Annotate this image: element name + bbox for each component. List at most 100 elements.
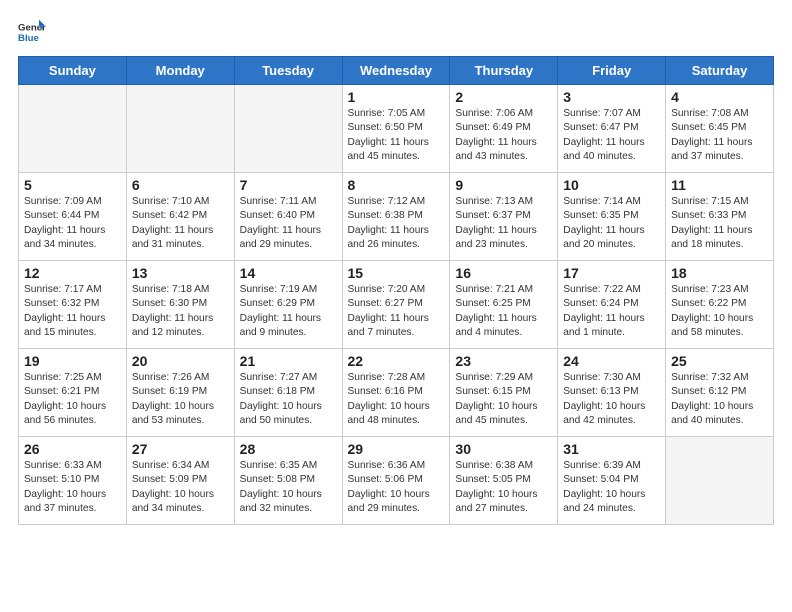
day-info: Sunrise: 7:11 AM Sunset: 6:40 PM Dayligh…: [240, 195, 337, 252]
calendar-cell: 5 Sunrise: 7:09 AM Sunset: 6:44 PM Daylig…: [19, 173, 127, 261]
day-number: 10: [563, 177, 660, 193]
day-number: 21: [240, 353, 337, 369]
day-info: Sunrise: 7:07 AM Sunset: 6:47 PM Dayligh…: [563, 107, 660, 164]
day-info: Sunrise: 6:36 AM Sunset: 5:06 PM Dayligh…: [348, 459, 445, 516]
calendar-cell: 20 Sunrise: 7:26 AM Sunset: 6:19 PM Dayli…: [126, 349, 234, 437]
day-number: 15: [348, 265, 445, 281]
calendar-cell: 21Sunrise: 7:27 AM Sunset: 6:18 PM Dayli…: [234, 349, 342, 437]
calendar-cell: 25Sunrise: 7:32 AM Sunset: 6:12 PM Dayli…: [666, 349, 774, 437]
day-info: Sunrise: 7:32 AM Sunset: 6:12 PM Dayligh…: [671, 371, 768, 428]
calendar-cell: 6 Sunrise: 7:10 AM Sunset: 6:42 PM Daylig…: [126, 173, 234, 261]
day-number: 30: [455, 441, 552, 457]
day-number: 24: [563, 353, 660, 369]
calendar-cell: [234, 85, 342, 173]
day-header-sunday: Sunday: [19, 57, 127, 85]
calendar-cell: 2 Sunrise: 7:06 AM Sunset: 6:49 PM Daylig…: [450, 85, 558, 173]
calendar-cell: 15 Sunrise: 7:20 AM Sunset: 6:27 PM Dayli…: [342, 261, 450, 349]
calendar-cell: [19, 85, 127, 173]
day-number: 2: [455, 89, 552, 105]
day-header-saturday: Saturday: [666, 57, 774, 85]
day-info: Sunrise: 7:26 AM Sunset: 6:19 PM Dayligh…: [132, 371, 229, 428]
day-info: Sunrise: 7:06 AM Sunset: 6:49 PM Dayligh…: [455, 107, 552, 164]
day-info: Sunrise: 6:34 AM Sunset: 5:09 PM Dayligh…: [132, 459, 229, 516]
day-number: 16: [455, 265, 552, 281]
calendar-cell: 14 Sunrise: 7:19 AM Sunset: 6:29 PM Dayli…: [234, 261, 342, 349]
day-number: 9: [455, 177, 552, 193]
calendar-cell: 19 Sunrise: 7:25 AM Sunset: 6:21 PM Dayli…: [19, 349, 127, 437]
logo-icon: General Blue: [18, 18, 46, 46]
calendar-cell: 17 Sunrise: 7:22 AM Sunset: 6:24 PM Dayli…: [558, 261, 666, 349]
calendar-cell: 29 Sunrise: 6:36 AM Sunset: 5:06 PM Dayli…: [342, 437, 450, 525]
calendar-cell: 27 Sunrise: 6:34 AM Sunset: 5:09 PM Dayli…: [126, 437, 234, 525]
calendar-cell: 12Sunrise: 7:17 AM Sunset: 6:32 PM Dayli…: [19, 261, 127, 349]
day-number: 20: [132, 353, 229, 369]
week-row-3: 12Sunrise: 7:17 AM Sunset: 6:32 PM Dayli…: [19, 261, 774, 349]
week-row-5: 26 Sunrise: 6:33 AM Sunset: 5:10 PM Dayli…: [19, 437, 774, 525]
day-header-thursday: Thursday: [450, 57, 558, 85]
days-header-row: SundayMondayTuesdayWednesdayThursdayFrid…: [19, 57, 774, 85]
day-info: Sunrise: 7:30 AM Sunset: 6:13 PM Dayligh…: [563, 371, 660, 428]
day-number: 4: [671, 89, 768, 105]
day-number: 22: [348, 353, 445, 369]
calendar-cell: 26 Sunrise: 6:33 AM Sunset: 5:10 PM Dayli…: [19, 437, 127, 525]
day-info: Sunrise: 7:18 AM Sunset: 6:30 PM Dayligh…: [132, 283, 229, 340]
day-header-monday: Monday: [126, 57, 234, 85]
day-info: Sunrise: 7:13 AM Sunset: 6:37 PM Dayligh…: [455, 195, 552, 252]
day-info: Sunrise: 7:10 AM Sunset: 6:42 PM Dayligh…: [132, 195, 229, 252]
calendar-cell: 31Sunrise: 6:39 AM Sunset: 5:04 PM Dayli…: [558, 437, 666, 525]
calendar-cell: 23Sunrise: 7:29 AM Sunset: 6:15 PM Dayli…: [450, 349, 558, 437]
day-number: 1: [348, 89, 445, 105]
day-number: 17: [563, 265, 660, 281]
day-header-friday: Friday: [558, 57, 666, 85]
day-info: Sunrise: 7:09 AM Sunset: 6:44 PM Dayligh…: [24, 195, 121, 252]
calendar: SundayMondayTuesdayWednesdayThursdayFrid…: [18, 56, 774, 525]
day-number: 23: [455, 353, 552, 369]
day-number: 8: [348, 177, 445, 193]
day-info: Sunrise: 7:19 AM Sunset: 6:29 PM Dayligh…: [240, 283, 337, 340]
calendar-cell: 8 Sunrise: 7:12 AM Sunset: 6:38 PM Daylig…: [342, 173, 450, 261]
svg-text:Blue: Blue: [18, 33, 39, 44]
day-info: Sunrise: 6:33 AM Sunset: 5:10 PM Dayligh…: [24, 459, 121, 516]
calendar-cell: 24 Sunrise: 7:30 AM Sunset: 6:13 PM Dayli…: [558, 349, 666, 437]
calendar-cell: 1 Sunrise: 7:05 AM Sunset: 6:50 PM Daylig…: [342, 85, 450, 173]
day-number: 31: [563, 441, 660, 457]
calendar-cell: 13Sunrise: 7:18 AM Sunset: 6:30 PM Dayli…: [126, 261, 234, 349]
day-number: 29: [348, 441, 445, 457]
day-number: 5: [24, 177, 121, 193]
calendar-cell: 11Sunrise: 7:15 AM Sunset: 6:33 PM Dayli…: [666, 173, 774, 261]
calendar-cell: 3 Sunrise: 7:07 AM Sunset: 6:47 PM Daylig…: [558, 85, 666, 173]
day-info: Sunrise: 7:20 AM Sunset: 6:27 PM Dayligh…: [348, 283, 445, 340]
day-info: Sunrise: 6:38 AM Sunset: 5:05 PM Dayligh…: [455, 459, 552, 516]
day-info: Sunrise: 7:22 AM Sunset: 6:24 PM Dayligh…: [563, 283, 660, 340]
day-number: 28: [240, 441, 337, 457]
calendar-cell: 7 Sunrise: 7:11 AM Sunset: 6:40 PM Daylig…: [234, 173, 342, 261]
week-row-2: 5 Sunrise: 7:09 AM Sunset: 6:44 PM Daylig…: [19, 173, 774, 261]
logo: General Blue: [18, 18, 50, 46]
day-info: Sunrise: 7:25 AM Sunset: 6:21 PM Dayligh…: [24, 371, 121, 428]
day-info: Sunrise: 7:08 AM Sunset: 6:45 PM Dayligh…: [671, 107, 768, 164]
day-info: Sunrise: 7:21 AM Sunset: 6:25 PM Dayligh…: [455, 283, 552, 340]
calendar-cell: 10 Sunrise: 7:14 AM Sunset: 6:35 PM Dayli…: [558, 173, 666, 261]
calendar-cell: [126, 85, 234, 173]
day-number: 18: [671, 265, 768, 281]
day-number: 6: [132, 177, 229, 193]
day-info: Sunrise: 7:05 AM Sunset: 6:50 PM Dayligh…: [348, 107, 445, 164]
calendar-cell: 30 Sunrise: 6:38 AM Sunset: 5:05 PM Dayli…: [450, 437, 558, 525]
day-number: 14: [240, 265, 337, 281]
week-row-4: 19 Sunrise: 7:25 AM Sunset: 6:21 PM Dayli…: [19, 349, 774, 437]
calendar-cell: 4 Sunrise: 7:08 AM Sunset: 6:45 PM Daylig…: [666, 85, 774, 173]
calendar-cell: 16 Sunrise: 7:21 AM Sunset: 6:25 PM Dayli…: [450, 261, 558, 349]
day-number: 3: [563, 89, 660, 105]
calendar-cell: [666, 437, 774, 525]
day-number: 7: [240, 177, 337, 193]
day-number: 27: [132, 441, 229, 457]
day-info: Sunrise: 7:14 AM Sunset: 6:35 PM Dayligh…: [563, 195, 660, 252]
day-number: 26: [24, 441, 121, 457]
calendar-cell: 9 Sunrise: 7:13 AM Sunset: 6:37 PM Daylig…: [450, 173, 558, 261]
day-number: 12: [24, 265, 121, 281]
calendar-cell: 18Sunrise: 7:23 AM Sunset: 6:22 PM Dayli…: [666, 261, 774, 349]
day-info: Sunrise: 7:12 AM Sunset: 6:38 PM Dayligh…: [348, 195, 445, 252]
day-number: 19: [24, 353, 121, 369]
day-info: Sunrise: 7:28 AM Sunset: 6:16 PM Dayligh…: [348, 371, 445, 428]
day-info: Sunrise: 6:35 AM Sunset: 5:08 PM Dayligh…: [240, 459, 337, 516]
